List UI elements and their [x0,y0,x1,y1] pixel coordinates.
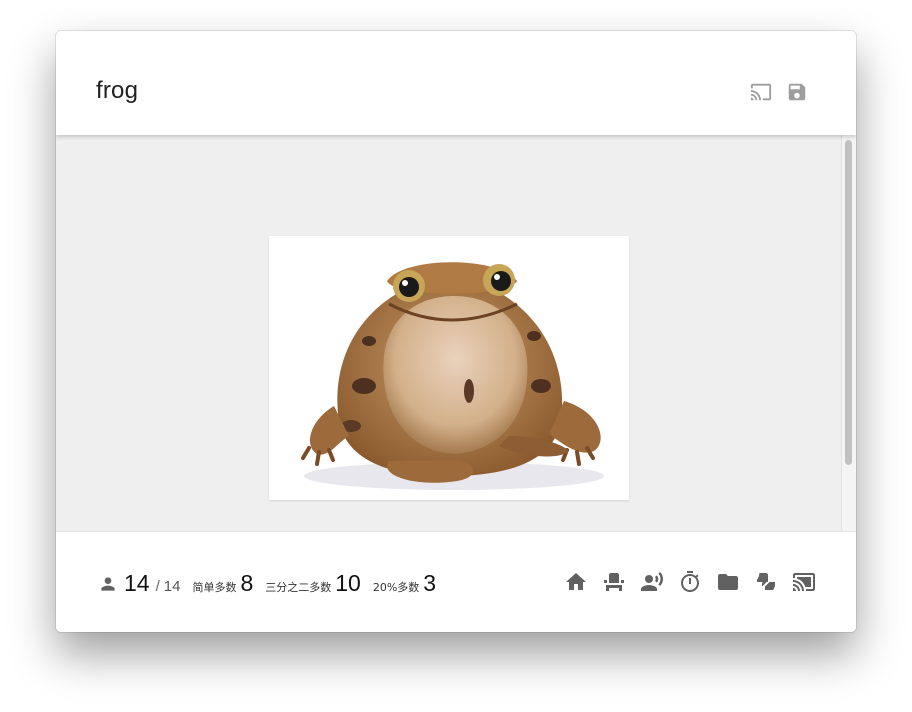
header-actions [750,81,808,103]
two-thirds-majority-label: 三分之二多数 [265,581,332,594]
vertical-scrollbar[interactable] [841,135,856,531]
save-icon [788,83,806,101]
seat-button[interactable] [602,570,626,594]
header: frog [56,31,856,135]
response-count: 14 [124,570,150,596]
folder-icon [718,574,738,590]
frog-image [269,236,629,500]
seat-icon [604,573,624,591]
timer-icon [681,571,699,592]
separator: / [155,578,160,595]
scrollbar-thumb[interactable] [845,140,852,465]
two-thirds-majority-value: 10 [335,570,361,596]
vote-stats: 14 / 14 简单多数 8 三分之二多数 10 20%多数 3 [98,570,436,597]
twenty-percent-label: 20%多数 [372,581,420,594]
home-icon [566,573,586,590]
simple-majority-value: 8 [240,570,254,596]
timer-button[interactable] [678,570,702,594]
cast-icon [793,573,815,591]
total-count: 14 [163,578,181,595]
page-title: frog [96,77,139,104]
folder-button[interactable] [716,570,740,594]
twenty-percent-value: 3 [423,570,437,596]
thumbs-icon [757,573,776,590]
save-button[interactable] [786,81,808,103]
frog-illustration [301,262,604,490]
vote-button[interactable] [754,570,778,594]
speaker-icon [641,572,663,591]
cast-button[interactable] [750,81,772,103]
content-area [56,135,856,531]
footer: 14 / 14 简单多数 8 三分之二多数 10 20%多数 3 [56,531,856,632]
app-window: frog 14 / 14 简单多数 8 三分之二多数 10 20%多数 3 [56,31,856,632]
speaker-button[interactable] [640,570,664,594]
footer-actions [564,570,816,594]
simple-majority-label: 简单多数 [192,581,237,594]
cast-icon [750,83,772,101]
person-icon [101,576,115,591]
home-button[interactable] [564,570,588,594]
footer-cast-button[interactable] [792,570,816,594]
